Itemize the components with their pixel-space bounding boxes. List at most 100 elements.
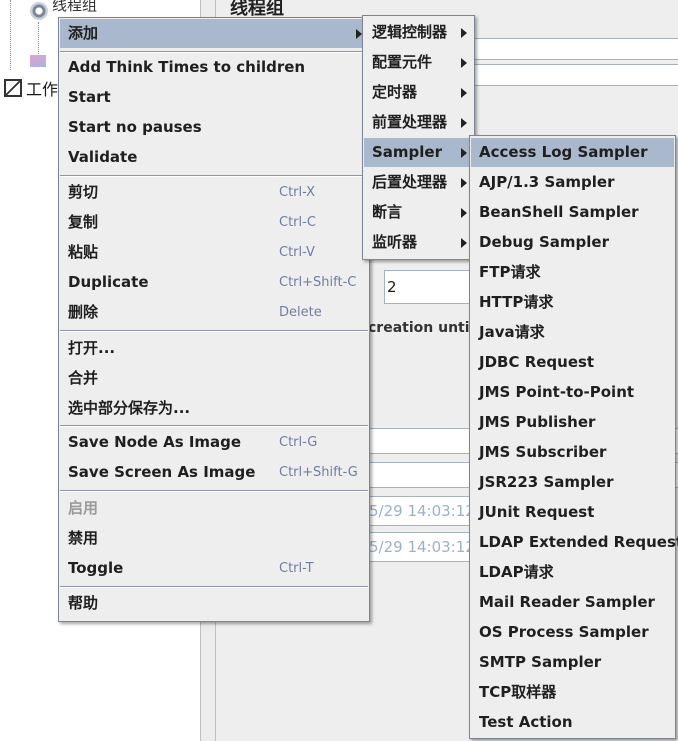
sampler-junit[interactable]: JUnit Request [471,498,674,527]
submenu-arrow-icon [461,238,467,248]
menu-item-open[interactable]: 打开... [60,334,368,363]
sampler-http[interactable]: HTTP请求 [471,288,674,317]
workbench-icon [4,79,22,97]
menu-item-toggle[interactable]: Toggle Ctrl-T [60,554,368,583]
sampler-debug[interactable]: Debug Sampler [471,228,674,257]
menu-item-label: 选中部分保存为... [68,399,191,417]
menu-item-label: OS Process Sampler [479,623,649,641]
menu-item-label: BeanShell Sampler [479,203,639,221]
menu-item-shortcut: Ctrl-C [279,215,316,230]
menu-item-label: JUnit Request [479,503,595,521]
menu-item-shortcut: Ctrl+Shift-C [279,275,357,290]
menu-item-save-node-as-image[interactable]: Save Node As Image Ctrl-G [60,428,368,457]
menu-item-shortcut: Ctrl-X [279,185,316,200]
menu-item-add-think-times[interactable]: Add Think Times to children [60,53,368,82]
submenu-arrow-icon [461,88,467,98]
submenu-item-sampler[interactable]: Sampler [364,138,473,167]
submenu-item-assertion[interactable]: 断言 [364,198,473,227]
menu-item-label: 监听器 [372,233,418,251]
menu-item-start[interactable]: Start [60,83,368,112]
tree-node-thread-group[interactable]: 线程组 [52,0,97,15]
menu-item-copy[interactable]: 复制 Ctrl-C [60,208,368,237]
menu-item-label: JMS Publisher [479,413,596,431]
submenu-item-pre-processor[interactable]: 前置处理器 [364,108,473,137]
chart-listener-icon [30,55,46,67]
submenu-arrow-icon [461,208,467,218]
sampler-smtp[interactable]: SMTP Sampler [471,648,674,677]
sampler-mail-reader[interactable]: Mail Reader Sampler [471,588,674,617]
sampler-ldap[interactable]: LDAP请求 [471,558,674,587]
menu-item-label: 剪切 [68,183,99,201]
menu-item-add[interactable]: 添加 [60,19,368,48]
menu-item-label: LDAP请求 [479,563,554,581]
menu-item-validate[interactable]: Validate [60,143,368,172]
sampler-beanshell[interactable]: BeanShell Sampler [471,198,674,227]
menu-item-cut[interactable]: 剪切 Ctrl-X [60,178,368,207]
menu-item-shortcut: Ctrl+Shift-G [279,465,358,480]
sampler-java[interactable]: Java请求 [471,318,674,347]
menu-item-save-screen-as-image[interactable]: Save Screen As Image Ctrl+Shift-G [60,458,368,487]
menu-item-label: 帮助 [68,594,99,612]
menu-item-label: SMTP Sampler [479,653,602,671]
menu-item-label: 删除 [68,303,99,321]
menu-item-duplicate[interactable]: Duplicate Ctrl+Shift-C [60,268,368,297]
sampler-test-action[interactable]: Test Action [471,708,674,737]
menu-item-help[interactable]: 帮助 [60,589,368,618]
sampler-tcp[interactable]: TCP取样器 [471,678,674,707]
menu-item-label: Validate [68,148,138,166]
menu-item-label: 启用 [68,499,99,517]
loop-count-value: 2 [387,278,397,296]
menu-item-label: Start no pauses [68,118,202,136]
menu-item-paste[interactable]: 粘贴 Ctrl-V [60,238,368,267]
submenu-arrow-icon [461,58,467,68]
menu-item-disable[interactable]: 禁用 [60,524,368,553]
submenu-arrow-icon [461,178,467,188]
menu-item-label: 定时器 [372,83,418,101]
tree-connector [10,0,11,70]
menu-separator [60,490,368,492]
menu-item-merge[interactable]: 合并 [60,364,368,393]
submenu-arrow-icon [461,118,467,128]
sampler-jms-point-to-point[interactable]: JMS Point-to-Point [471,378,674,407]
submenu-item-config-element[interactable]: 配置元件 [364,48,473,77]
menu-item-label: Duplicate [68,273,149,291]
menu-item-label: FTP请求 [479,263,541,281]
sampler-submenu: Access Log Sampler AJP/1.3 Sampler BeanS… [469,135,678,739]
sampler-jsr223[interactable]: JSR223 Sampler [471,468,674,497]
end-time-field[interactable]: 5/29 14:03:12 [368,532,475,562]
submenu-arrow-icon [461,28,467,38]
end-time-value: 5/29 14:03:12 [369,538,475,556]
menu-item-label: Debug Sampler [479,233,610,251]
sampler-jdbc[interactable]: JDBC Request [471,348,674,377]
sampler-ajp[interactable]: AJP/1.3 Sampler [471,168,674,197]
submenu-item-timer[interactable]: 定时器 [364,78,473,107]
menu-item-label: 禁用 [68,529,99,547]
sampler-ldap-extended[interactable]: LDAP Extended Request [471,528,678,557]
menu-item-label: 添加 [68,24,99,42]
menu-item-shortcut: Ctrl-G [279,435,318,450]
loop-count-field[interactable]: 2 [384,270,474,304]
menu-item-save-selection-as[interactable]: 选中部分保存为... [60,394,368,423]
sampler-ftp[interactable]: FTP请求 [471,258,674,287]
sampler-jms-subscriber[interactable]: JMS Subscriber [471,438,674,467]
menu-item-shortcut: Delete [279,305,322,320]
menu-item-label: JDBC Request [479,353,595,371]
sampler-jms-publisher[interactable]: JMS Publisher [471,408,674,437]
submenu-item-logic-controller[interactable]: 逻辑控制器 [364,18,473,47]
menu-item-label: JSR223 Sampler [479,473,614,491]
menu-item-delete[interactable]: 删除 Delete [60,298,368,327]
menu-item-start-no-pauses[interactable]: Start no pauses [60,113,368,142]
menu-item-label: 后置处理器 [372,173,448,191]
context-menu: 添加 Add Think Times to children Start Sta… [58,17,370,622]
sampler-os-process[interactable]: OS Process Sampler [471,618,674,647]
menu-separator [60,330,368,332]
start-time-field[interactable]: 5/29 14:03:12 [368,496,475,526]
menu-item-label: JMS Point-to-Point [479,383,635,401]
menu-item-label: 复制 [68,213,99,231]
menu-item-label: 打开... [68,339,116,357]
sampler-access-log[interactable]: Access Log Sampler [471,138,674,167]
submenu-item-listener[interactable]: 监听器 [364,228,473,257]
submenu-item-post-processor[interactable]: 后置处理器 [364,168,473,197]
menu-item-label: Access Log Sampler [479,143,648,161]
tree-node-workbench[interactable]: 工作 [26,76,58,100]
